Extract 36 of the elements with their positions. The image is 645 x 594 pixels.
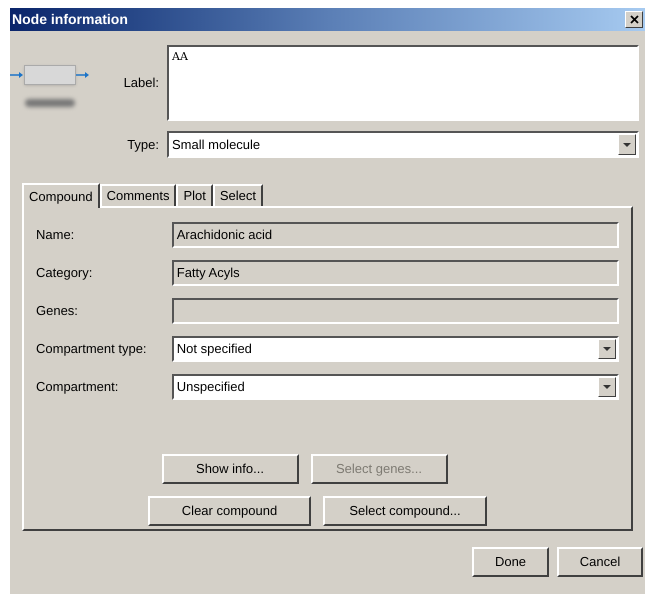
dialog-button[interactable]: Show info... [162,454,298,484]
arrow-icon [10,71,24,79]
tab[interactable]: Comments [100,184,176,206]
type-dropdown[interactable]: Small molecule [167,131,639,158]
dropdown-arrow-button[interactable] [598,339,616,359]
field-label: Label: [122,74,160,92]
dropdown-field[interactable]: Not specified [172,336,619,362]
node-shape-icon [24,65,76,85]
field-label: Genes: [36,302,79,320]
caret-icon [623,142,631,146]
window-title: Node information [12,10,128,29]
text-field[interactable]: Fatty Acyls [172,260,619,286]
shadow-icon [25,99,75,107]
dropdown-arrow-button[interactable] [618,134,636,155]
dropdown-field[interactable]: Unspecified [172,374,619,400]
field-label: Compartment: [36,378,120,396]
arrow-icon [76,71,90,79]
field-label: Category: [36,264,94,282]
field-label: Name: [36,226,76,244]
dropdown-arrow-button[interactable] [598,377,616,397]
tab[interactable]: Compound [22,183,100,208]
field-label: Compartment type: [36,340,148,358]
tab[interactable]: Select [212,184,264,206]
caret-icon [603,385,611,389]
tab[interactable]: Plot [176,184,213,206]
caret-icon [603,347,611,351]
dialog-button[interactable]: Select compound... [323,496,487,526]
label-field[interactable]: AA [167,45,639,121]
field-label: Type: [126,136,160,154]
close-icon [630,15,638,24]
text-field[interactable] [172,298,619,324]
dialog-button[interactable]: Clear compound [148,496,311,526]
dialog-button[interactable]: Done [472,547,549,577]
close-button[interactable] [625,11,643,28]
dialog-button[interactable]: Cancel [557,547,643,577]
text-field[interactable]: Arachidonic acid [172,222,619,248]
